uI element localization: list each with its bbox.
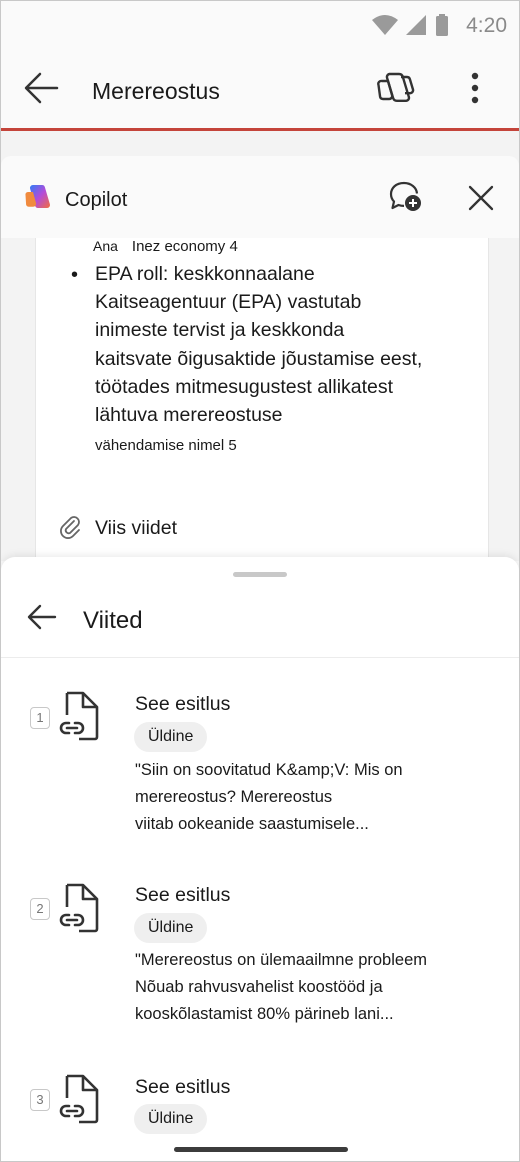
close-icon[interactable] — [467, 184, 495, 212]
signal-icon — [406, 15, 426, 35]
document-link-icon — [59, 883, 99, 933]
citation-line: Ana Inez economy 4 — [93, 238, 252, 255]
sheet-title: Viited — [83, 607, 143, 634]
document-link-icon — [59, 1074, 99, 1124]
copilot-button-icon[interactable] — [377, 71, 415, 105]
copilot-header: Copilot — [1, 156, 519, 238]
more-options-icon[interactable] — [465, 71, 485, 105]
battery-icon — [436, 14, 448, 36]
back-arrow-icon[interactable] — [23, 71, 59, 105]
status-time: 4:20 — [466, 14, 507, 37]
reference-number: 2 — [30, 898, 50, 920]
reference-title: See esitlus — [135, 693, 231, 715]
reference-number: 1 — [30, 707, 50, 729]
reference-title: See esitlus — [135, 1076, 231, 1098]
page-title: Merereostus — [92, 78, 220, 104]
reference-excerpt: "Merereostus on ülemaailmne probleem Nõu… — [135, 951, 427, 1023]
bullet-dot: • — [71, 264, 79, 286]
reference-number: 3 — [30, 1089, 50, 1111]
document-link-icon — [59, 691, 99, 741]
new-chat-icon[interactable] — [389, 181, 423, 213]
references-sheet — [1, 557, 519, 1161]
copilot-title: Copilot — [65, 189, 128, 211]
app-bar: Merereostus — [1, 51, 519, 129]
bullet-text: EPA roll: keskkonnaalane Kaitseagentuur … — [95, 263, 423, 427]
reference-excerpt: "Siin on soovitatud K&amp;V: Mis on mere… — [135, 761, 403, 833]
bullet-citation-tail[interactable]: vähendamise nimel 5 — [95, 437, 237, 454]
references-link[interactable]: Viis viidet — [95, 517, 177, 540]
status-bar: 4:20 — [1, 1, 519, 51]
citation-source[interactable]: Inez economy 4 — [132, 238, 238, 255]
copilot-logo-icon — [25, 184, 51, 209]
reference-title: See esitlus — [135, 884, 231, 906]
sheet-drag-handle[interactable] — [233, 572, 287, 577]
sheet-back-arrow-icon[interactable] — [27, 604, 57, 630]
paperclip-icon — [60, 516, 80, 539]
wifi-icon — [372, 15, 398, 35]
citation-prefix: Ana — [93, 238, 118, 254]
sensitivity-badge: Üldine — [134, 722, 208, 752]
sheet-divider — [1, 657, 519, 658]
phone-screen: 4:20 Merereostus Copilot Ana Inez econom… — [0, 0, 520, 1162]
sensitivity-badge: Üldine — [134, 913, 208, 943]
sensitivity-badge: Üldine — [134, 1104, 208, 1134]
home-indicator[interactable] — [174, 1147, 348, 1152]
